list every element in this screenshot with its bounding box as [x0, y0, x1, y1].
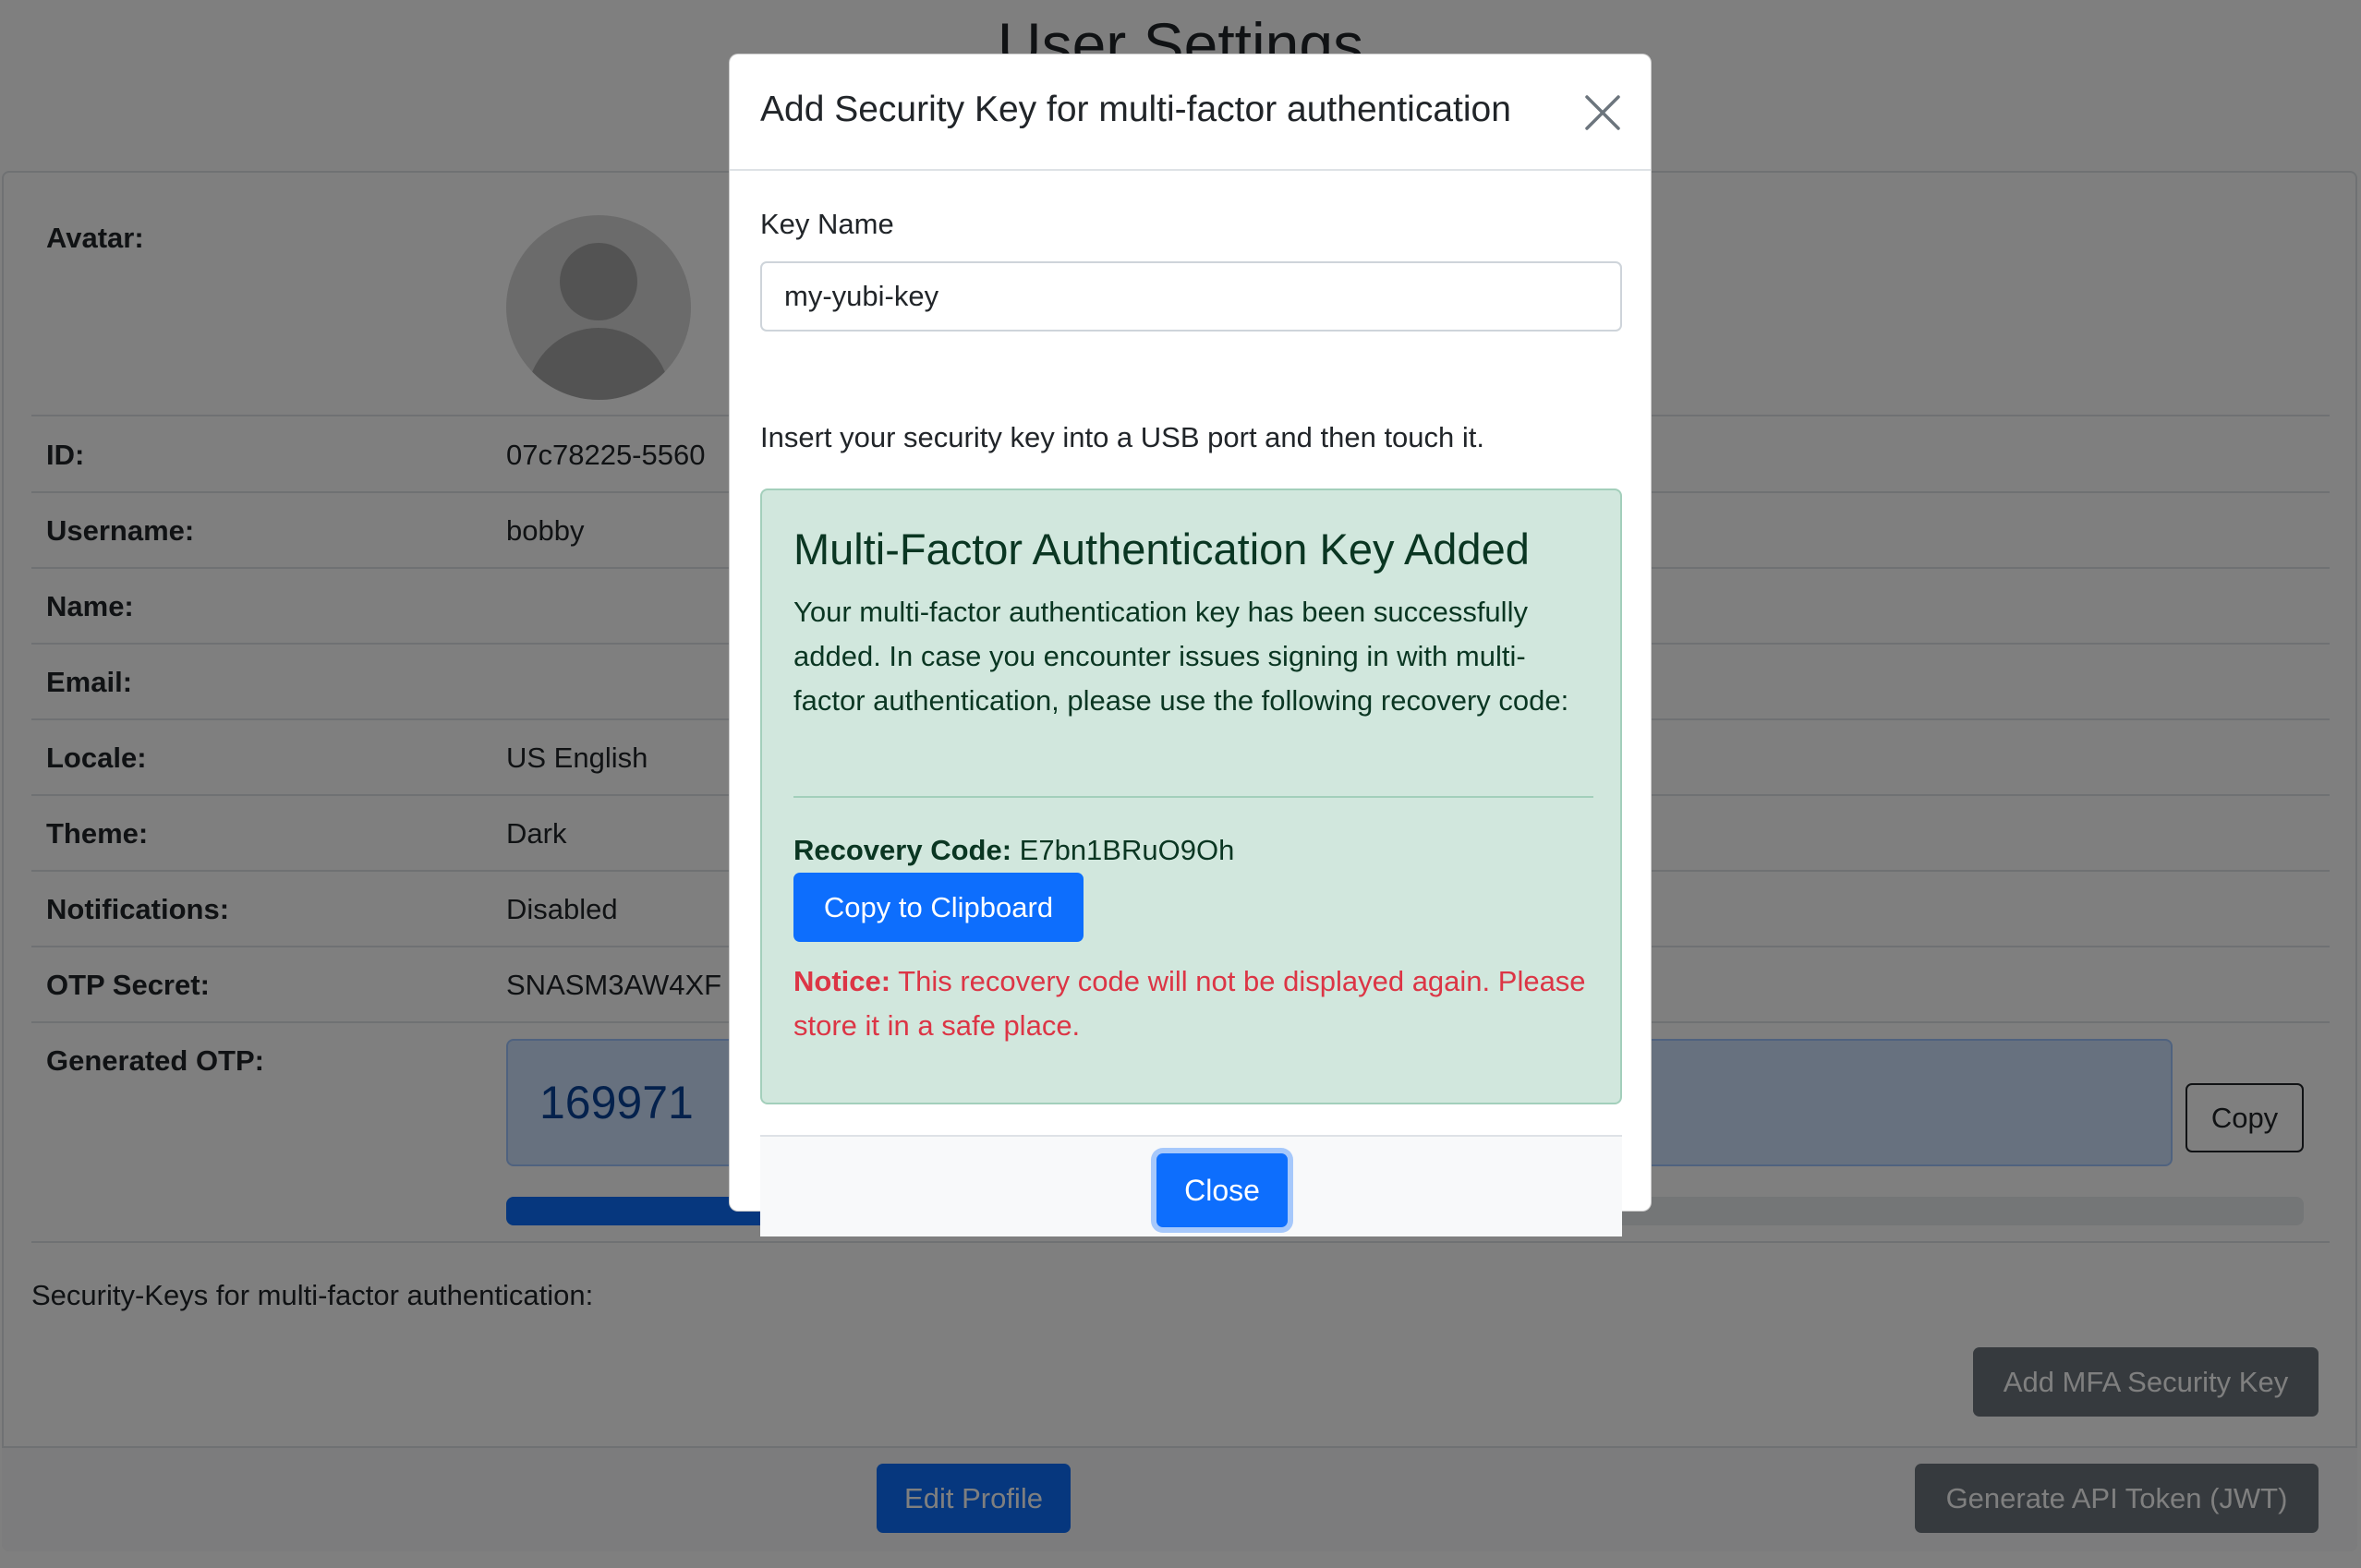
alert-text: Your multi-factor authentication key has… [793, 596, 1569, 717]
add-security-key-modal: Add Security Key for multi-factor authen… [729, 54, 1652, 1236]
modal-header: Add Security Key for multi-factor authen… [730, 54, 1651, 171]
modal-close-icon[interactable] [1581, 91, 1624, 134]
modal-title: Add Security Key for multi-factor authen… [760, 90, 1511, 129]
notice-label: Notice: [793, 965, 891, 997]
instruction-text: Insert your security key into a USB port… [760, 421, 1485, 453]
copy-to-clipboard-button[interactable]: Copy to Clipboard [793, 873, 1084, 942]
modal-footer: Close [760, 1135, 1622, 1236]
recovery-code-label: Recovery Code: [793, 834, 1012, 866]
close-icon [1585, 95, 1620, 130]
key-name-label: Key Name [760, 208, 894, 240]
close-button[interactable]: Close [1156, 1153, 1288, 1227]
alert-divider [793, 796, 1593, 798]
recovery-code-value: E7bn1BRuO9Oh [1019, 834, 1235, 866]
alert-heading: Multi-Factor Authentication Key Added [793, 525, 1530, 573]
notice-text: Notice: This recovery code will not be d… [793, 959, 1597, 1048]
recovery-code-line: Recovery Code: E7bn1BRuO9Oh [793, 834, 1234, 867]
notice-message: This recovery code will not be displayed… [793, 965, 1586, 1042]
key-name-input[interactable] [760, 261, 1622, 332]
success-alert: Multi-Factor Authentication Key Added Yo… [760, 488, 1622, 1104]
